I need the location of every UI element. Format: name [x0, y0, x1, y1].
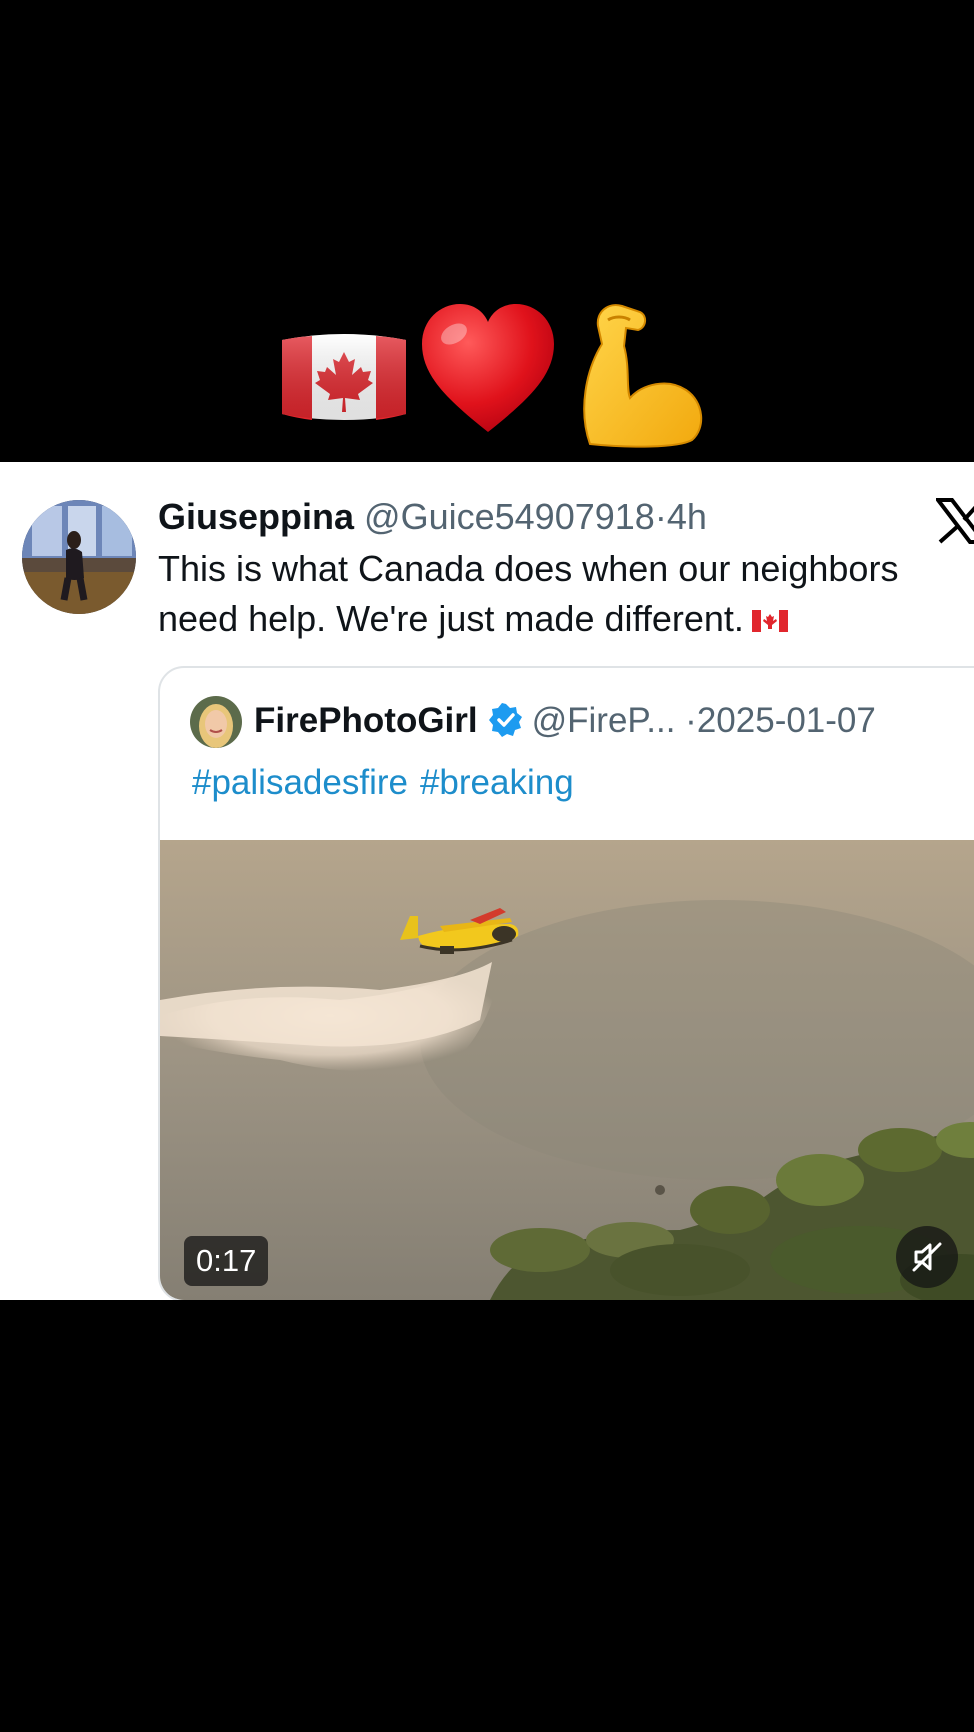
user-handle[interactable]: @Guice54907918 [364, 496, 655, 537]
canada-flag-icon [282, 334, 406, 420]
video-duration: 0:17 [184, 1236, 269, 1286]
muted-speaker-icon [912, 1242, 942, 1272]
mute-button[interactable] [896, 1226, 958, 1288]
video-frame [160, 840, 974, 1300]
tweet-text: This is what Canada does when our neighb… [158, 544, 958, 644]
avatar-image [22, 500, 136, 614]
emoji-banner [0, 300, 974, 450]
tweet-header: Giuseppina @Guice54907918·4h [158, 494, 707, 540]
flexed-biceps-icon [583, 304, 703, 448]
quoted-handle[interactable]: @FireP... [532, 701, 676, 740]
quoted-avatar-image [190, 696, 242, 748]
quoted-avatar[interactable] [190, 696, 242, 748]
quoted-header: FirePhotoGirl @FireP... ·2025-01-07 [254, 698, 876, 744]
x-logo-icon [936, 498, 974, 544]
video-player[interactable]: 0:17 [160, 840, 974, 1300]
avatar[interactable] [22, 500, 136, 614]
tweet-card[interactable]: Giuseppina @Guice54907918·4h This is wha… [0, 462, 974, 1300]
hashtag-link[interactable]: #palisadesfire [192, 763, 408, 802]
separator-dot: · [685, 701, 697, 740]
timestamp[interactable]: 4h [667, 496, 707, 537]
quoted-tweet[interactable]: FirePhotoGirl @FireP... ·2025-01-07 #pal… [158, 666, 974, 1300]
quoted-display-name[interactable]: FirePhotoGirl [254, 701, 478, 740]
canada-flag-icon [751, 610, 788, 633]
verified-badge-icon [488, 703, 522, 737]
hashtag-link[interactable]: #breaking [420, 763, 574, 802]
quoted-date[interactable]: 2025-01-07 [697, 701, 876, 740]
separator-dot: · [654, 496, 667, 537]
display-name[interactable]: Giuseppina [158, 496, 354, 537]
screen: Giuseppina @Guice54907918·4h This is wha… [0, 0, 974, 1732]
hashtags: #palisadesfire #breaking [192, 760, 586, 806]
red-heart-icon [422, 304, 554, 432]
